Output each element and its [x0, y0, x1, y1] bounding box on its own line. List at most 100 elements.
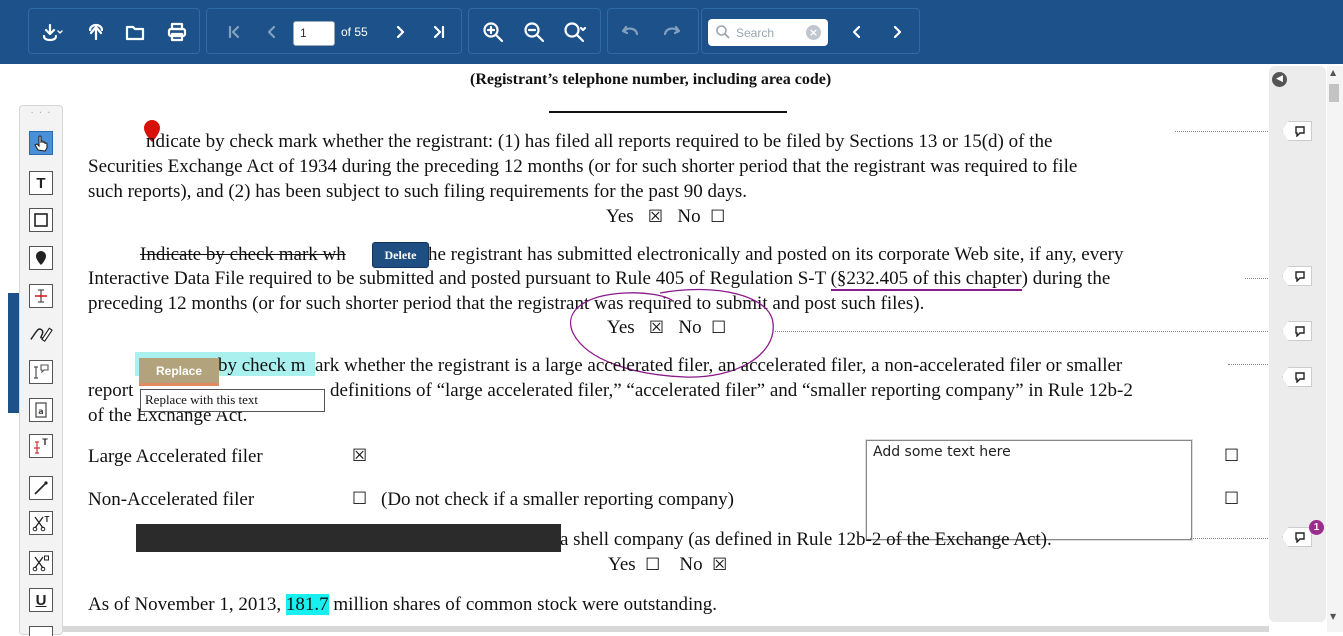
first-page-icon[interactable]	[221, 19, 247, 45]
search-next-icon[interactable]	[884, 19, 910, 45]
search-placeholder: Search	[736, 26, 775, 40]
search-previous-icon[interactable]	[844, 19, 870, 45]
insert-text-icon[interactable]: T	[29, 434, 53, 458]
open-folder-icon[interactable]	[122, 19, 148, 45]
yes-label: Yes	[606, 206, 634, 227]
svg-text:T: T	[42, 437, 48, 447]
pin-tool-icon[interactable]	[29, 246, 53, 270]
non-filer-label: Non-Accelerated filer	[88, 489, 255, 510]
p3-line2: definitions of “large accelerated filer,…	[330, 380, 1133, 401]
horizontal-scrollbar[interactable]	[63, 626, 1269, 632]
shares-text-end: million shares of common stock were outs…	[328, 594, 718, 615]
shell-company-text: a shell company (as defined in Rule 12b-…	[560, 529, 1052, 550]
p1-line1: ndicate by check mark whether the regist…	[146, 131, 1053, 152]
p1-yes-no: Yes ☒ No ☐	[606, 205, 725, 229]
cut-image-icon[interactable]	[29, 551, 53, 575]
undo-icon[interactable]	[618, 19, 644, 45]
page-count-label: of 55	[341, 25, 368, 39]
shares-text: As of November 1, 2013,	[88, 594, 286, 615]
p2-line1-rest: he registrant has submitted electronical…	[428, 244, 1124, 265]
search-group: Search ×	[701, 8, 920, 54]
zoom-dropdown-icon[interactable]	[562, 19, 588, 45]
collapse-pane-icon[interactable]: ◀	[1272, 72, 1287, 87]
strikeout-tool-icon[interactable]	[29, 284, 53, 308]
last-page-icon[interactable]	[426, 19, 452, 45]
yes-checkbox[interactable]: ☒	[648, 207, 663, 227]
comment-count-badge: 1	[1309, 520, 1324, 535]
large-filer-label: Large Accelerated filer	[88, 446, 263, 467]
scroll-up-icon[interactable]: ▲	[1330, 68, 1336, 77]
struck-text[interactable]: Indicate by check mark wh	[140, 244, 346, 265]
drag-handle[interactable]: · · ·	[20, 108, 62, 119]
comment-connector	[1245, 278, 1270, 279]
search-input[interactable]: Search ×	[708, 19, 828, 46]
phone-caption: (Registrant’s telephone number, includin…	[470, 71, 832, 88]
next-page-icon[interactable]	[387, 19, 413, 45]
p3-line2-start: report	[88, 380, 134, 401]
history-group	[607, 8, 699, 54]
cut-text-icon[interactable]: T	[29, 511, 53, 535]
underlined-link[interactable]: (§232.405 of this chapter	[830, 268, 1022, 291]
zoom-out-icon[interactable]	[521, 19, 547, 45]
search-icon	[716, 25, 730, 39]
smaller-company-checkbox[interactable]: ☐	[1224, 487, 1239, 511]
page-number-input[interactable]: 1	[293, 21, 335, 46]
non-filer-checkbox[interactable]: ☐	[352, 487, 367, 511]
p4-yes-no: Yes ☐ No ☒	[608, 553, 727, 577]
p3-highlighted: by check m	[218, 355, 306, 376]
page-nav-group: 1 of 55	[206, 8, 462, 54]
zoom-in-icon[interactable]	[480, 19, 506, 45]
text-comment-icon[interactable]	[29, 360, 53, 384]
no-checkbox[interactable]: ☐	[710, 207, 725, 227]
svg-text:a: a	[38, 407, 43, 416]
signature-rule	[549, 111, 787, 113]
line-tool-icon[interactable]	[29, 476, 53, 500]
accelerated-filer-checkbox[interactable]: ☐	[1224, 444, 1239, 468]
p1-line3: such reports), and (2) has been subject …	[88, 181, 748, 202]
p2-line3: preceding 12 months (or for such shorter…	[88, 293, 925, 314]
main-toolbar: 1 of 55 Search ×	[0, 0, 1343, 64]
comment-connector	[1175, 131, 1270, 132]
replace-button[interactable]: Replace	[139, 358, 219, 386]
svg-text:T: T	[45, 515, 50, 524]
p3-line1-rest: ark whether the registrant is a large ac…	[315, 355, 1123, 376]
p1-line2: Securities Exchange Act of 1934 during t…	[88, 156, 1078, 177]
freehand-tool-icon[interactable]	[29, 320, 53, 344]
previous-page-icon[interactable]	[259, 19, 285, 45]
more-tools-icon[interactable]	[29, 626, 53, 636]
redo-icon[interactable]	[658, 19, 684, 45]
shares-line: As of November 1, 2013, 181.7 million sh…	[88, 593, 717, 617]
underline-tool-icon[interactable]: U	[29, 588, 53, 612]
comment-connector	[1190, 538, 1270, 539]
yes-label: Yes	[608, 554, 636, 575]
no-label: No	[679, 554, 703, 575]
zoom-group	[468, 8, 601, 54]
scrollbar-thumb[interactable]	[1329, 84, 1339, 102]
print-icon[interactable]	[164, 19, 190, 45]
replace-text-input[interactable]: Replace with this text	[140, 389, 325, 412]
select-hand-icon[interactable]	[29, 131, 53, 155]
note-textbox[interactable]: Add some text here	[866, 440, 1192, 540]
text-tool-icon[interactable]: T	[29, 171, 53, 195]
upload-icon[interactable]	[83, 19, 109, 45]
non-filer-note: (Do not check if a smaller reporting com…	[381, 489, 734, 510]
yes-checkbox[interactable]: ☐	[645, 555, 660, 575]
stamp-tool-icon[interactable]: a	[29, 398, 53, 422]
clear-search-icon[interactable]: ×	[806, 25, 821, 40]
annotation-toolbar: · · · T a T T U	[19, 105, 63, 636]
comment-connector	[775, 331, 1270, 332]
delete-button[interactable]: Delete	[372, 242, 429, 268]
redaction-box[interactable]	[136, 524, 561, 552]
sidebar-accent	[8, 293, 19, 413]
rectangle-tool-icon[interactable]	[29, 208, 53, 232]
vertical-scrollbar[interactable]	[1327, 66, 1343, 632]
no-label: No	[677, 206, 701, 227]
save-dropdown-icon[interactable]	[39, 19, 65, 45]
comment-connector	[1228, 364, 1270, 365]
no-checkbox[interactable]: ☒	[712, 555, 727, 575]
highlighted-number[interactable]: 181.7	[285, 594, 329, 615]
p2-line1: Indicate by check mark wh	[140, 243, 346, 267]
large-filer-checkbox[interactable]: ☒	[352, 444, 367, 468]
p2-line2-end: ) during the	[1021, 268, 1111, 289]
scroll-down-icon[interactable]: ▼	[1330, 612, 1336, 621]
